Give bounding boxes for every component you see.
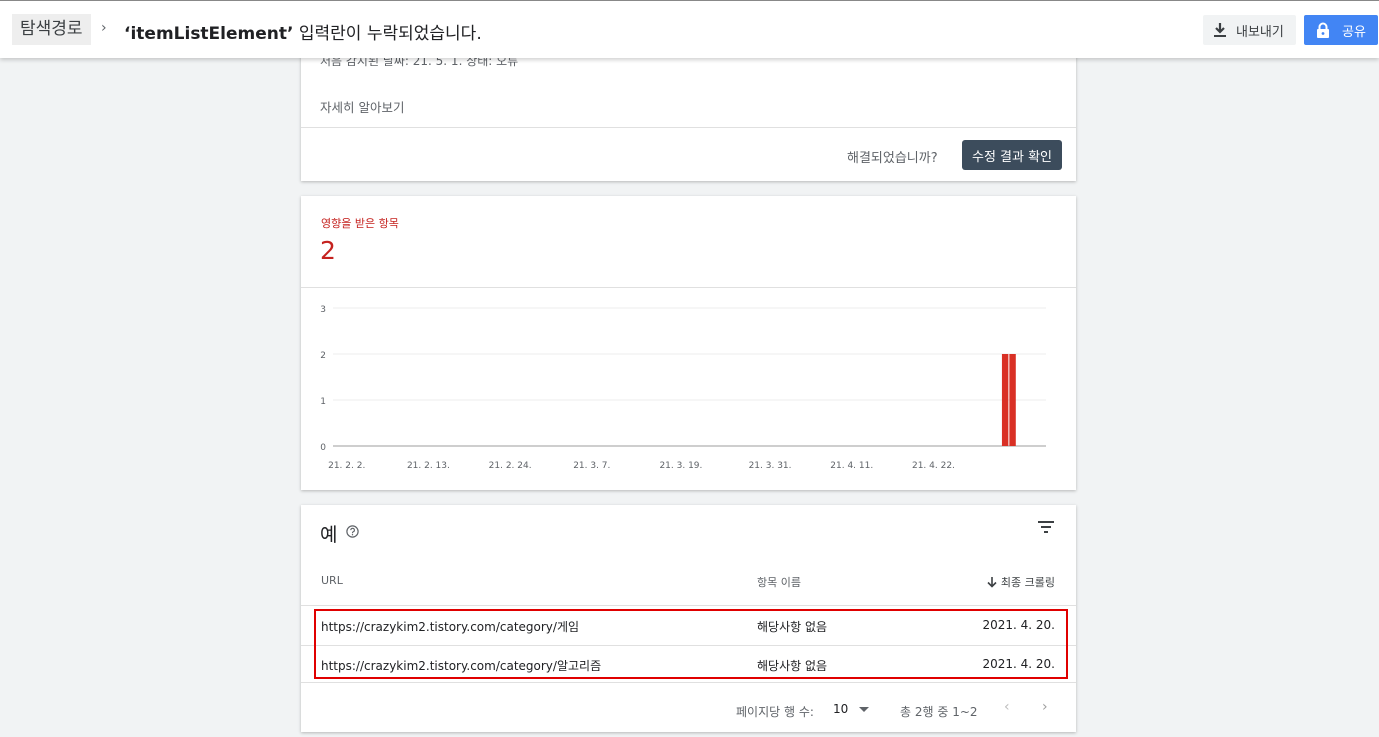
top-bar: 탐색경로 › ‘itemListElement’ 입력란이 누락되었습니다. 내… <box>0 0 1379 58</box>
pagination-range: 총 2행 중 1~2 <box>900 705 978 719</box>
y-tick-label: 1 <box>320 397 326 407</box>
previous-page-icon[interactable]: ‹ <box>1004 699 1010 715</box>
page-title-rest: 입력란이 누락되었습니다. <box>293 24 482 44</box>
learn-more-link[interactable]: 자세히 알아보기 <box>320 97 404 116</box>
breadcrumb-chevron-icon: › <box>101 20 107 36</box>
y-tick-label: 3 <box>320 305 326 315</box>
page-title: ‘itemListElement’ 입력란이 누락되었습니다. <box>124 19 482 44</box>
x-tick-label: 21. 3. 31. <box>749 461 792 471</box>
divider <box>301 682 1076 683</box>
filter-icon[interactable] <box>1038 521 1054 533</box>
share-label: 공유 <box>1342 24 1366 40</box>
examples-title: 예 <box>320 524 338 546</box>
rows-per-page-label: 페이지당 행 수: <box>736 705 814 719</box>
dropdown-arrow-icon[interactable] <box>859 707 869 713</box>
x-tick-label: 21. 2. 2. <box>328 461 365 471</box>
breadcrumb[interactable]: 탐색경로 <box>12 14 91 45</box>
help-icon[interactable] <box>346 525 359 538</box>
lock-icon <box>1317 22 1329 38</box>
y-tick-label: 2 <box>320 351 326 361</box>
chart-bar <box>1009 354 1016 446</box>
divider <box>301 127 1076 128</box>
resolved-question: 해결되었습니까? <box>847 151 938 166</box>
share-button[interactable]: 공유 <box>1304 15 1378 45</box>
next-page-icon[interactable]: › <box>1042 699 1048 715</box>
page-title-field: ‘itemListElement’ <box>124 24 294 44</box>
column-header-item-name[interactable]: 항목 이름 <box>757 574 801 590</box>
issue-details-card: 처음 감지된 날짜: 21. 5. 1. 상태: 오류 자세히 알아보기 해결되… <box>301 40 1076 181</box>
chart-bar <box>1001 354 1009 446</box>
column-header-url[interactable]: URL <box>321 574 343 587</box>
affected-items-label: 영향을 받은 항목 <box>321 217 399 230</box>
affected-items-count: 2 <box>320 236 336 265</box>
x-tick-label: 21. 4. 22. <box>912 461 955 471</box>
arrow-down-icon <box>987 576 997 588</box>
divider <box>301 605 1076 606</box>
highlight-box <box>314 609 1068 679</box>
column-header-last-crawled[interactable]: 최종 크롤링 <box>980 574 1055 590</box>
affected-items-chart: 0 1 2 3 21. 2. 2. 21. 2. 13. 21. 2. 24. 21. 3. … <box>320 305 1046 471</box>
x-tick-label: 21. 4. 11. <box>830 461 873 471</box>
x-tick-label: 21. 2. 13. <box>407 461 450 471</box>
export-button[interactable]: 내보내기 <box>1203 15 1296 45</box>
validate-fix-button[interactable]: 수정 결과 확인 <box>962 140 1062 170</box>
download-icon <box>1214 23 1226 37</box>
examples-card: 예 URL 항목 이름 최종 크롤링 https://crazykim2.tis… <box>301 505 1076 732</box>
x-tick-label: 21. 2. 24. <box>489 461 532 471</box>
x-tick-label: 21. 3. 19. <box>659 461 702 471</box>
last-crawled-label: 최종 크롤링 <box>1000 576 1055 589</box>
affected-items-card: 영향을 받은 항목 2 0 1 2 3 21. 2. 2. 21. 2. 13. 21. 2… <box>301 196 1076 490</box>
rows-per-page-select[interactable]: 10 <box>833 702 848 716</box>
x-tick-label: 21. 3. 7. <box>573 461 610 471</box>
y-tick-label: 0 <box>320 443 326 453</box>
export-label: 내보내기 <box>1236 24 1284 40</box>
